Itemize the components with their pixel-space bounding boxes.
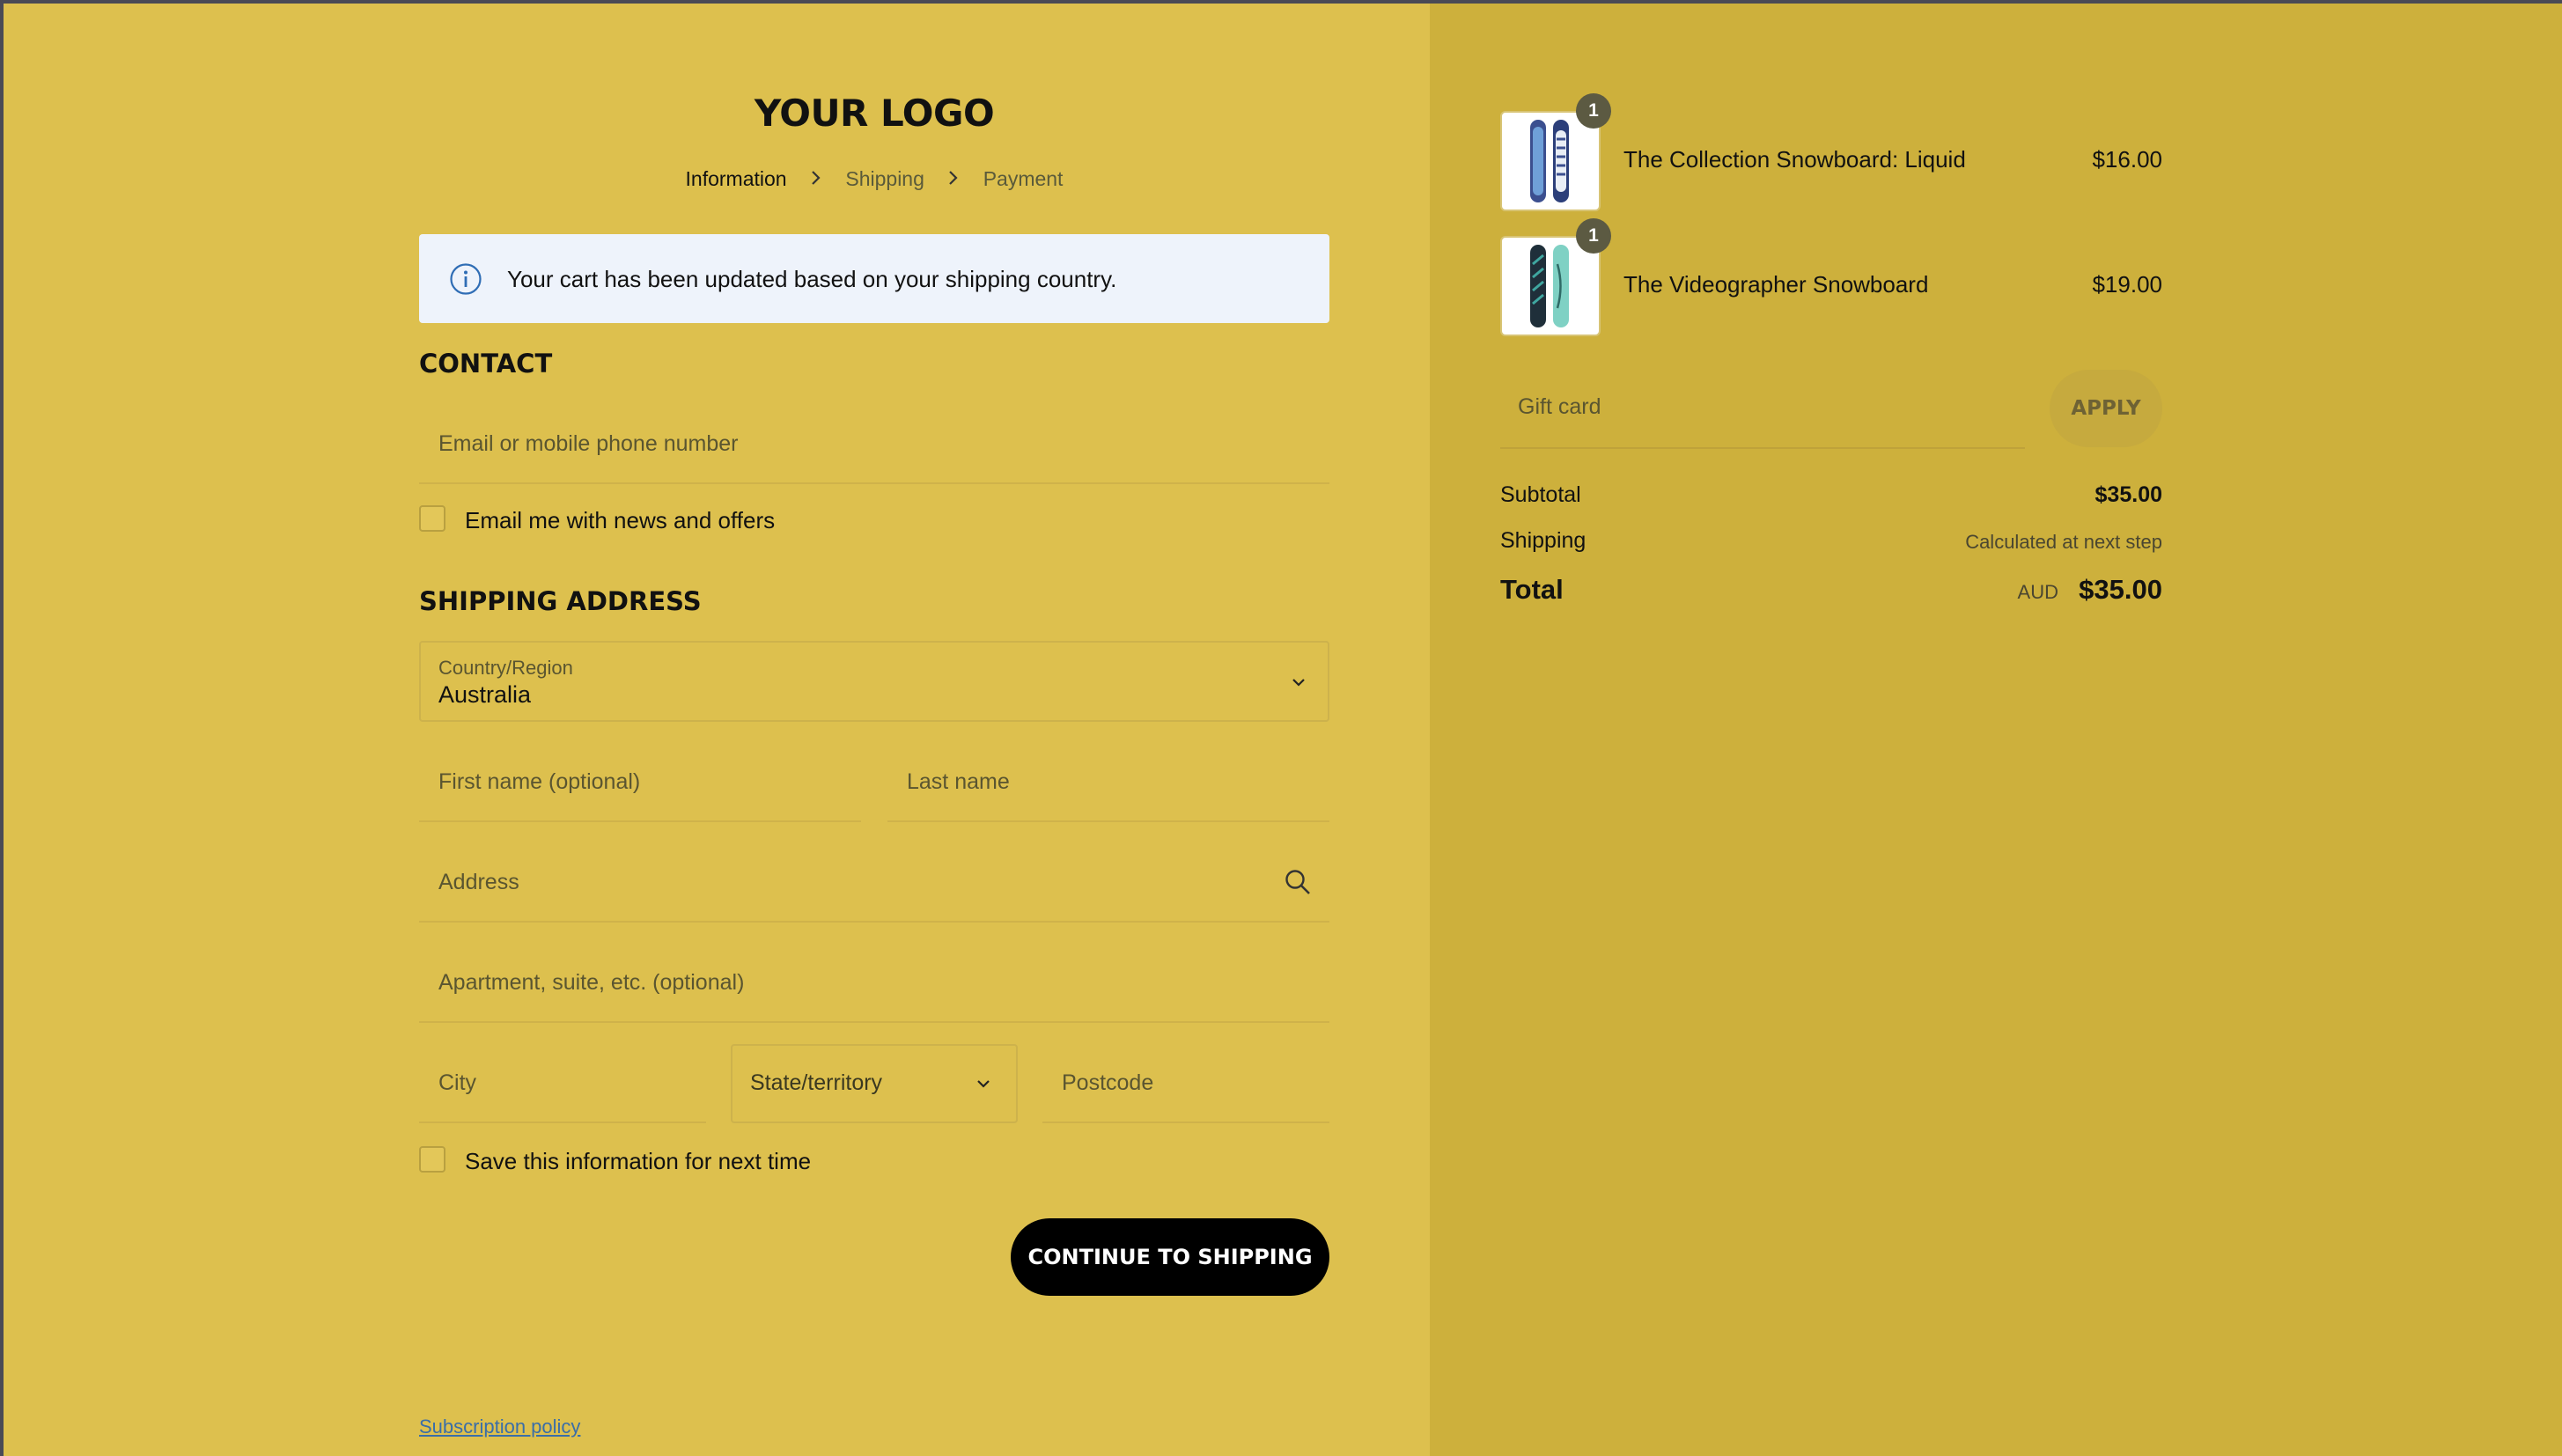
cart-updated-notice: Your cart has been updated based on your… [419, 234, 1329, 323]
breadcrumb-payment[interactable]: Payment [983, 167, 1064, 190]
order-summary: 1 The Collection Snowboard: Liquid $16.0… [1430, 4, 2562, 1456]
cart-item-price: $16.00 [2092, 146, 2162, 173]
product-thumbnail: 1 [1500, 93, 1611, 211]
cart-item-name: The Collection Snowboard: Liquid [1623, 146, 1966, 173]
notice-text: Your cart has been updated based on your… [507, 266, 1117, 292]
postcode-field[interactable]: Postcode [1042, 1044, 1329, 1123]
total-value: $35.00 [2079, 574, 2162, 605]
chevron-right-icon [810, 167, 822, 191]
contact-heading: CONTACT [419, 349, 553, 379]
email-field[interactable]: Email or mobile phone number [419, 408, 1329, 484]
first-name-field[interactable]: First name (optional) [419, 746, 861, 822]
newsletter-checkbox[interactable] [419, 505, 445, 532]
product-thumbnail: 1 [1500, 218, 1611, 336]
subscription-policy-link[interactable]: Subscription policy [419, 1416, 580, 1438]
shipping-label: Shipping [1500, 528, 1587, 553]
currency-code: AUD [2017, 581, 2058, 603]
cart-item-price: $19.00 [2092, 271, 2162, 298]
first-name-placeholder: First name (optional) [438, 769, 641, 794]
subtotal-label: Subtotal [1500, 482, 1581, 507]
state-placeholder: State/territory [750, 1070, 883, 1095]
save-info-checkbox[interactable] [419, 1146, 445, 1173]
breadcrumb: Information Shipping Payment [419, 167, 1329, 191]
chevron-down-icon [1292, 679, 1305, 687]
snowboard-image [1530, 120, 1569, 202]
state-select[interactable]: State/territory [731, 1044, 1018, 1123]
gift-card-input[interactable]: Gift card [1500, 370, 2025, 449]
quantity-badge: 1 [1576, 218, 1611, 254]
checkout-main: YOUR LOGO Information Shipping Payment Y… [4, 4, 1430, 1456]
shipping-address-heading: SHIPPING ADDRESS [419, 586, 702, 616]
address-field[interactable]: Address [419, 847, 1329, 923]
search-icon[interactable] [1284, 868, 1312, 896]
apartment-field[interactable]: Apartment, suite, etc. (optional) [419, 947, 1329, 1023]
city-placeholder: City [438, 1070, 477, 1095]
quantity-badge: 1 [1576, 93, 1611, 129]
address-placeholder: Address [438, 870, 519, 894]
shipping-value: Calculated at next step [1965, 531, 2162, 553]
cart-item: 1 The Videographer Snowboard $19.00 [1500, 218, 2162, 336]
continue-to-shipping-button[interactable]: CONTINUE TO SHIPPING [1011, 1218, 1329, 1296]
apply-button[interactable]: APPLY [2050, 370, 2162, 447]
chevron-right-icon [947, 167, 960, 191]
breadcrumb-information: Information [685, 167, 787, 190]
last-name-placeholder: Last name [907, 769, 1010, 794]
last-name-field[interactable]: Last name [887, 746, 1329, 822]
info-icon [450, 263, 482, 295]
subtotal-value: $35.00 [2095, 482, 2162, 507]
country-select[interactable]: Country/Region Australia [419, 641, 1329, 722]
city-field[interactable]: City [419, 1044, 706, 1123]
country-value: Australia [438, 681, 532, 708]
store-logo[interactable]: YOUR LOGO [419, 92, 1329, 135]
gift-card-placeholder: Gift card [1518, 394, 1601, 419]
cart-item: 1 The Collection Snowboard: Liquid $16.0… [1500, 93, 2162, 211]
newsletter-label[interactable]: Email me with news and offers [465, 507, 775, 534]
cart-item-name: The Videographer Snowboard [1623, 271, 1929, 298]
snowboard-image [1530, 245, 1569, 327]
country-label: Country/Region [438, 657, 573, 679]
apartment-placeholder: Apartment, suite, etc. (optional) [438, 970, 745, 995]
save-info-label[interactable]: Save this information for next time [465, 1148, 811, 1175]
total-label: Total [1500, 574, 1564, 605]
chevron-down-icon [977, 1080, 990, 1088]
breadcrumb-shipping[interactable]: Shipping [845, 167, 924, 190]
postcode-placeholder: Postcode [1062, 1070, 1154, 1095]
email-placeholder: Email or mobile phone number [438, 431, 739, 456]
